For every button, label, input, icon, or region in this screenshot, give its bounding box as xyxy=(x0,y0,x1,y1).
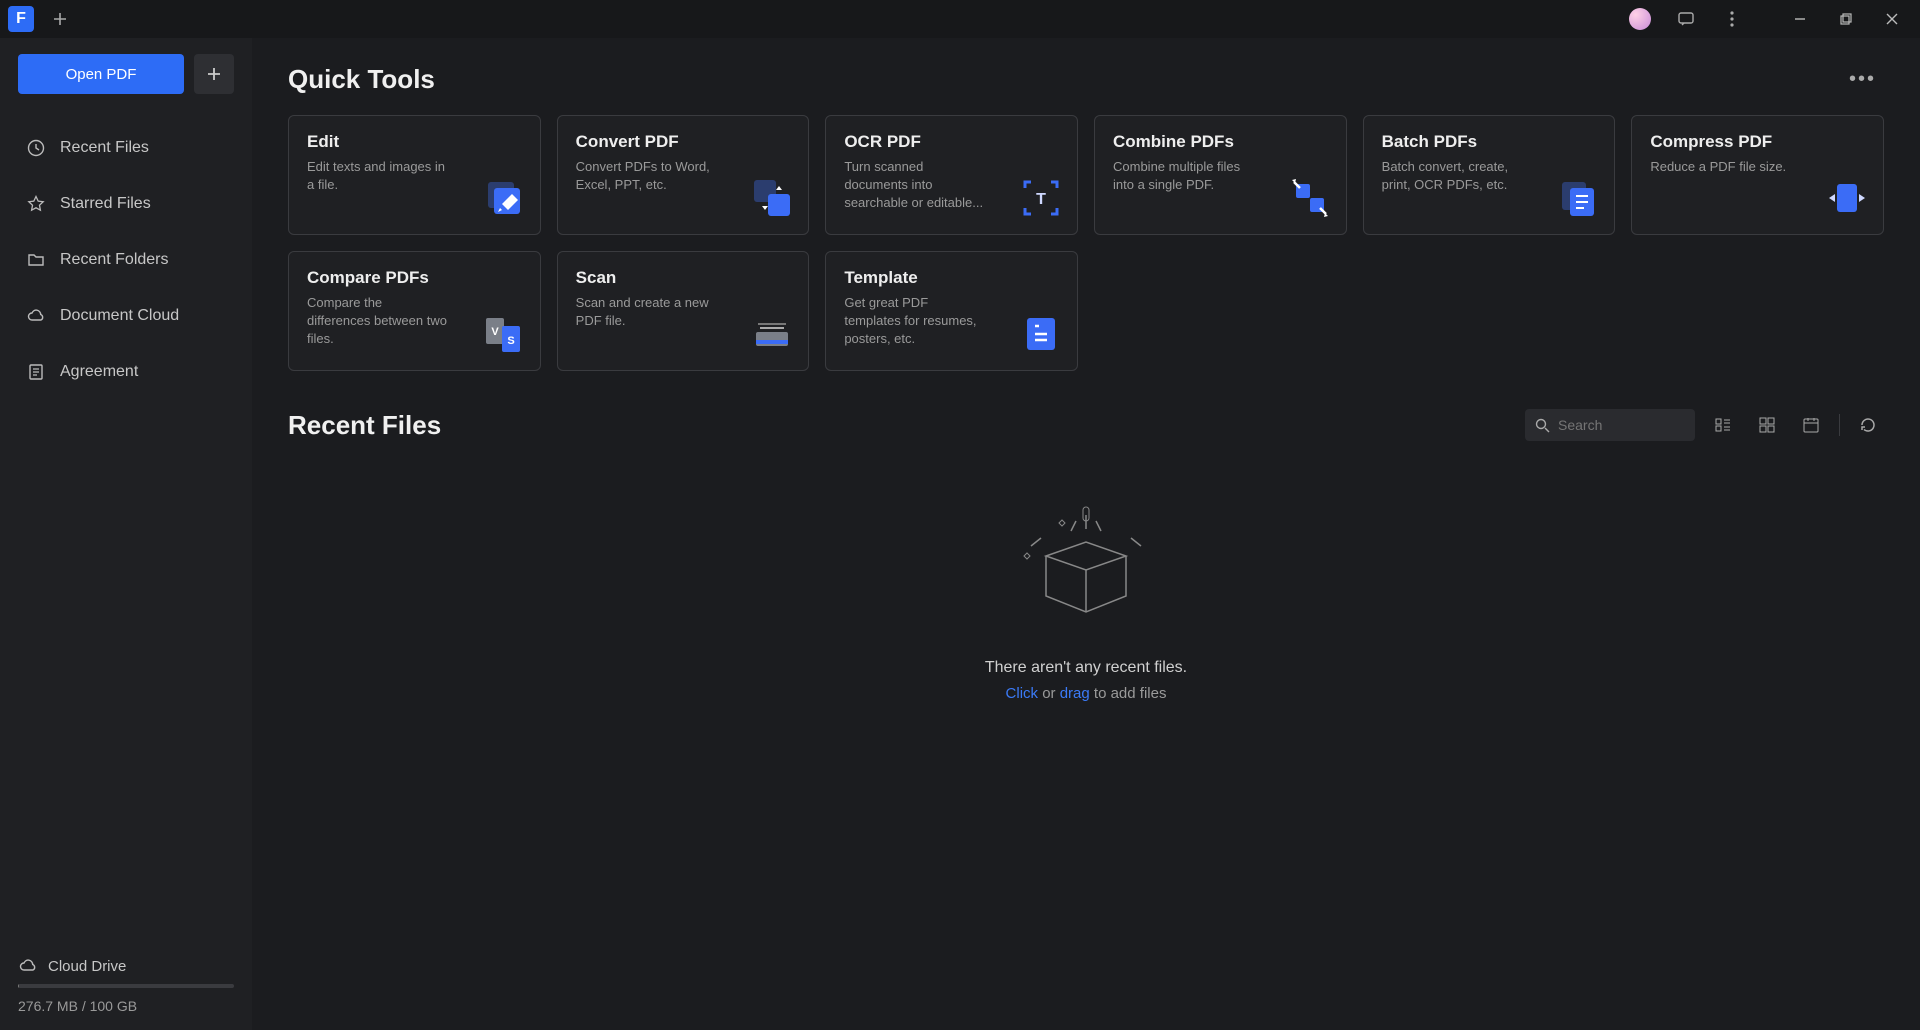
tool-desc: Compare the differences between two file… xyxy=(307,294,449,349)
clock-icon xyxy=(26,138,46,158)
tool-desc: Batch convert, create, print, OCR PDFs, … xyxy=(1382,158,1524,194)
folder-icon xyxy=(26,250,46,270)
nav-label: Recent Files xyxy=(60,139,149,157)
tool-desc: Reduce a PDF file size. xyxy=(1650,158,1792,176)
sidebar-item-recent-files[interactable]: Recent Files xyxy=(18,124,234,172)
tool-title: Convert PDF xyxy=(576,132,791,152)
tool-title: Combine PDFs xyxy=(1113,132,1328,152)
scan-icon xyxy=(750,312,794,356)
tool-card-compress[interactable]: Compress PDF Reduce a PDF file size. xyxy=(1631,115,1884,235)
app-logo-tab[interactable]: F xyxy=(8,6,34,32)
sidebar: Open PDF Recent Files Starred Files xyxy=(0,38,252,1030)
recent-files-heading: Recent Files xyxy=(288,410,441,441)
tool-card-batch[interactable]: Batch PDFs Batch convert, create, print,… xyxy=(1363,115,1616,235)
tool-card-compare[interactable]: Compare PDFs Compare the differences bet… xyxy=(288,251,541,371)
minimize-button[interactable] xyxy=(1780,4,1820,34)
empty-state: There aren't any recent files. Click or … xyxy=(288,501,1884,702)
tool-card-template[interactable]: Template Get great PDF templates for res… xyxy=(825,251,1078,371)
nav-label: Document Cloud xyxy=(60,307,179,325)
document-icon xyxy=(26,362,46,382)
star-icon xyxy=(26,194,46,214)
svg-text:S: S xyxy=(507,335,514,347)
main-content: Quick Tools ••• Edit Edit texts and imag… xyxy=(252,38,1920,1030)
tool-desc: Edit texts and images in a file. xyxy=(307,158,449,194)
tool-desc: Convert PDFs to Word, Excel, PPT, etc. xyxy=(576,158,718,194)
tool-title: Template xyxy=(844,268,1059,288)
compress-icon xyxy=(1825,176,1869,220)
quick-tools-heading: Quick Tools xyxy=(288,64,435,95)
compare-icon: VS xyxy=(482,312,526,356)
tool-card-combine[interactable]: Combine PDFs Combine multiple files into… xyxy=(1094,115,1347,235)
app-glyph: F xyxy=(16,10,26,28)
convert-icon xyxy=(750,176,794,220)
quick-tools-more-icon[interactable]: ••• xyxy=(1841,64,1884,95)
search-box[interactable] xyxy=(1525,409,1695,441)
tool-desc: Combine multiple files into a single PDF… xyxy=(1113,158,1255,194)
storage-text: 276.7 MB / 100 GB xyxy=(18,998,234,1014)
search-icon xyxy=(1535,418,1550,433)
sidebar-item-recent-folders[interactable]: Recent Folders xyxy=(18,236,234,284)
tool-card-edit[interactable]: Edit Edit texts and images in a file. xyxy=(288,115,541,235)
nav-label: Recent Folders xyxy=(60,251,169,269)
title-bar: F xyxy=(0,0,1920,38)
tool-desc: Scan and create a new PDF file. xyxy=(576,294,718,330)
tool-title: Batch PDFs xyxy=(1382,132,1597,152)
empty-box-icon xyxy=(1011,501,1161,631)
new-tab-button[interactable] xyxy=(40,4,80,34)
maximize-button[interactable] xyxy=(1826,4,1866,34)
edit-icon xyxy=(482,176,526,220)
batch-icon xyxy=(1556,176,1600,220)
view-grid-icon[interactable] xyxy=(1751,409,1783,441)
svg-text:V: V xyxy=(491,326,499,338)
nav-label: Agreement xyxy=(60,363,138,381)
combine-icon xyxy=(1288,176,1332,220)
tool-title: Edit xyxy=(307,132,522,152)
tool-desc: Turn scanned documents into searchable o… xyxy=(844,158,986,213)
empty-click-link[interactable]: Click xyxy=(1006,685,1039,702)
tool-title: Scan xyxy=(576,268,791,288)
view-list-icon[interactable] xyxy=(1707,409,1739,441)
empty-drag-link[interactable]: drag xyxy=(1060,685,1090,702)
feedback-icon[interactable] xyxy=(1666,4,1706,34)
cloud-drive-label: Cloud Drive xyxy=(48,958,126,975)
sidebar-item-agreement[interactable]: Agreement xyxy=(18,348,234,396)
overflow-menu-icon[interactable] xyxy=(1712,4,1752,34)
storage-progress xyxy=(18,984,234,988)
create-pdf-button[interactable] xyxy=(194,54,234,94)
open-pdf-button[interactable]: Open PDF xyxy=(18,54,184,94)
close-button[interactable] xyxy=(1872,4,1912,34)
view-calendar-icon[interactable] xyxy=(1795,409,1827,441)
empty-subtext: Click or drag to add files xyxy=(1006,685,1167,702)
sidebar-item-starred-files[interactable]: Starred Files xyxy=(18,180,234,228)
empty-message: There aren't any recent files. xyxy=(985,659,1187,677)
cloud-icon xyxy=(26,306,46,326)
cloud-icon xyxy=(18,956,38,976)
tool-desc: Get great PDF templates for resumes, pos… xyxy=(844,294,986,349)
tool-card-convert[interactable]: Convert PDF Convert PDFs to Word, Excel,… xyxy=(557,115,810,235)
ocr-icon: T xyxy=(1019,176,1063,220)
tool-card-ocr[interactable]: OCR PDF Turn scanned documents into sear… xyxy=(825,115,1078,235)
tool-title: OCR PDF xyxy=(844,132,1059,152)
refresh-icon[interactable] xyxy=(1852,409,1884,441)
tool-title: Compare PDFs xyxy=(307,268,522,288)
sidebar-item-document-cloud[interactable]: Document Cloud xyxy=(18,292,234,340)
template-icon xyxy=(1019,312,1063,356)
tool-title: Compress PDF xyxy=(1650,132,1865,152)
cloud-drive-row[interactable]: Cloud Drive xyxy=(18,956,234,976)
tool-card-scan[interactable]: Scan Scan and create a new PDF file. xyxy=(557,251,810,371)
svg-text:T: T xyxy=(1036,191,1046,208)
nav-label: Starred Files xyxy=(60,195,151,213)
user-avatar[interactable] xyxy=(1620,4,1660,34)
